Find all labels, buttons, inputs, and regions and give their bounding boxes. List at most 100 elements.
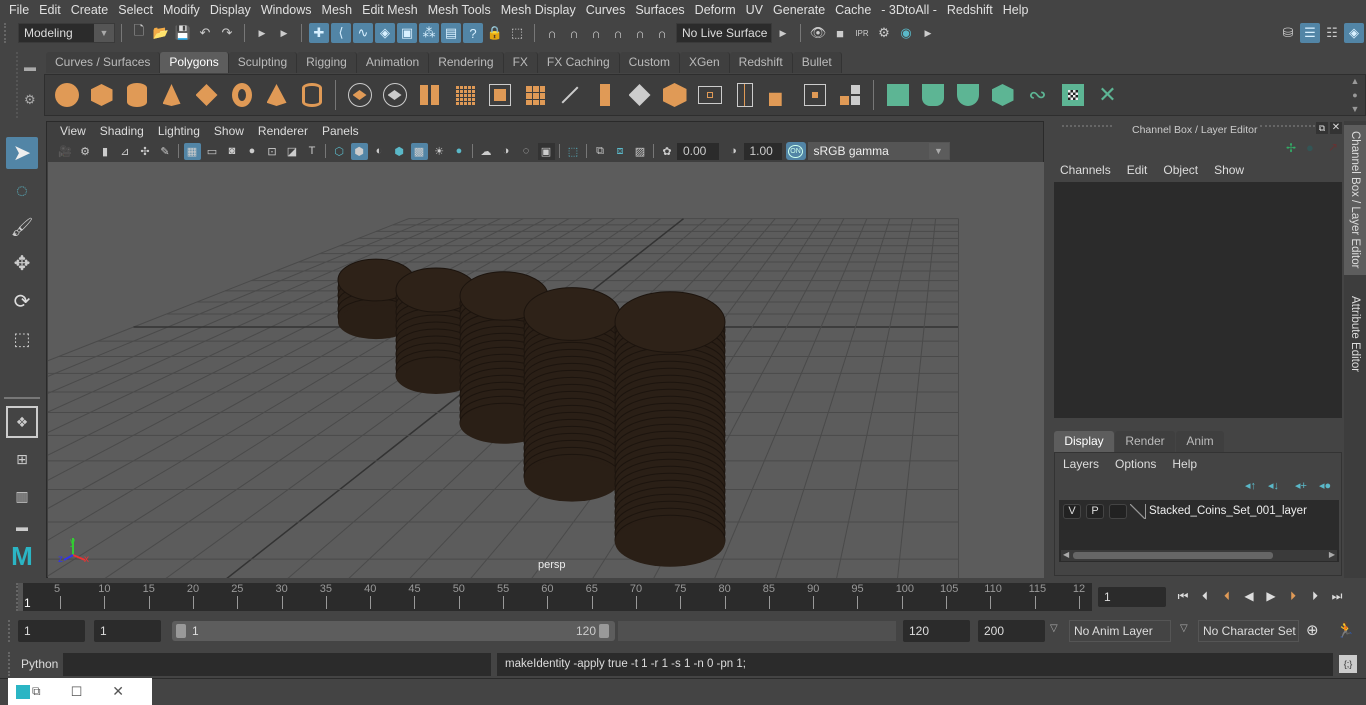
select-uv-icon[interactable]: ⁂ [419, 23, 439, 43]
paint-select-tool[interactable]: 🖌 [6, 211, 38, 243]
xray-joints-icon[interactable]: ⧉ [592, 143, 609, 160]
bevel-icon[interactable] [556, 81, 584, 109]
move-layer-up-icon[interactable]: ◂↑ [1245, 479, 1256, 492]
tab-sculpting[interactable]: Sculpting [228, 52, 298, 73]
next-key-icon[interactable]: ⏵ [1284, 587, 1302, 605]
tool-settings-icon[interactable]: ☷ [1322, 23, 1342, 43]
menu-cb-edit[interactable]: Edit [1127, 163, 1148, 177]
wireframe-icon[interactable]: ⬡ [331, 143, 348, 160]
poly-torus-icon[interactable] [228, 81, 256, 109]
bridge-icon[interactable] [626, 81, 654, 109]
uv-contour-icon[interactable]: ∾ [1024, 81, 1052, 109]
single-perspective-layout[interactable]: ❖ [6, 406, 38, 438]
isolate-select-icon[interactable]: ⬚ [565, 143, 582, 160]
layer-playback-toggle[interactable]: P [1086, 503, 1104, 519]
character-set-dropdown[interactable]: No Character Set [1198, 620, 1299, 642]
range-start-handle[interactable] [176, 624, 186, 638]
drag-handle[interactable] [8, 652, 10, 676]
snap-grid-icon[interactable]: ∩ [542, 23, 562, 43]
channel-list[interactable] [1054, 182, 1342, 418]
camera-attributes-icon[interactable]: ⚙ [77, 143, 94, 160]
ipr-render-icon[interactable]: IPR [852, 23, 872, 43]
current-frame-field[interactable]: 1 [1098, 587, 1166, 607]
prev-key-icon[interactable]: ⏴ [1218, 587, 1236, 605]
vp-menu-lighting[interactable]: Lighting [151, 124, 207, 138]
tab-polygons[interactable]: Polygons [160, 52, 229, 73]
uv-unfold-icon[interactable]: ✕ [1094, 81, 1122, 109]
motion-blur-icon[interactable]: ◑ [498, 143, 515, 160]
poly-plane-icon[interactable] [193, 81, 221, 109]
pan-zoom-icon[interactable]: ✣ [137, 143, 154, 160]
layer-horizontal-scrollbar[interactable]: ◀ ▶ [1061, 550, 1337, 561]
undo-icon[interactable]: ↶ [195, 23, 215, 43]
menu-layer-help[interactable]: Help [1172, 457, 1197, 471]
tab-fx-caching[interactable]: FX Caching [537, 52, 620, 73]
chevron-down-icon[interactable]: ▽ [1050, 623, 1058, 634]
maximize-icon[interactable]: ☐ [71, 684, 83, 700]
shadows-icon[interactable]: ● [451, 143, 468, 160]
menu-set-dropdown[interactable]: Modeling ▼ [18, 23, 115, 43]
current-time-indicator[interactable] [18, 583, 23, 611]
smooth-icon[interactable] [451, 81, 479, 109]
tab-animation[interactable]: Animation [356, 52, 430, 73]
command-language-toggle[interactable]: Python [21, 657, 58, 671]
chevron-down-icon[interactable]: ▽ [1180, 623, 1188, 634]
vp-menu-view[interactable]: View [53, 124, 93, 138]
menu-channels[interactable]: Channels [1060, 163, 1111, 177]
step-forward-icon[interactable]: ⏵ [1306, 587, 1324, 605]
step-back-icon[interactable]: ⏴ [1196, 587, 1214, 605]
menu-windows[interactable]: Windows [256, 3, 317, 17]
drag-handle[interactable] [1260, 125, 1315, 133]
vp-menu-shading[interactable]: Shading [93, 124, 151, 138]
go-to-end-icon[interactable]: ⏭ [1328, 587, 1346, 605]
new-scene-icon[interactable]: 🗋 [129, 23, 149, 43]
menu-generate[interactable]: Generate [768, 3, 830, 17]
grease-pencil-icon[interactable]: ✎ [157, 143, 174, 160]
coin-stack[interactable] [523, 287, 621, 502]
anti-aliasing-icon[interactable]: ◌ [518, 143, 535, 160]
depth-of-field-icon[interactable]: ▣ [537, 142, 555, 160]
screen-space-ao-icon[interactable]: ☁ [478, 143, 495, 160]
animation-prefs-icon[interactable]: 🏃 [1336, 621, 1355, 639]
render-view-icon[interactable]: 👁 [808, 23, 828, 43]
textured-icon[interactable]: ▩ [410, 142, 428, 160]
menu-file[interactable]: File [4, 3, 34, 17]
exposure-field[interactable]: 0.00 [677, 142, 719, 160]
tab-xgen[interactable]: XGen [679, 52, 730, 73]
safe-action-icon[interactable]: ◪ [284, 143, 301, 160]
tab-render[interactable]: Render [1115, 431, 1175, 452]
tab-rendering[interactable]: Rendering [429, 52, 504, 73]
tab-display[interactable]: Display [1054, 431, 1114, 452]
drag-handle[interactable] [8, 620, 10, 642]
drag-handle[interactable] [4, 23, 14, 43]
graph-layout[interactable]: ▬ [6, 517, 38, 537]
tab-bullet[interactable]: Bullet [792, 52, 842, 73]
manipulator-axis-icon[interactable]: ✢ [1286, 141, 1296, 155]
shelf-scroll[interactable]: ▲ ● ▼ [1349, 76, 1361, 114]
layer-row[interactable]: V P Stacked_Coins_Set_001_layer [1059, 500, 1339, 522]
menu-edit-mesh[interactable]: Edit Mesh [357, 3, 423, 17]
make-live-icon[interactable]: ∩ [652, 23, 672, 43]
uv-spherical-icon[interactable] [954, 81, 982, 109]
close-icon[interactable]: ✕ [1330, 122, 1342, 134]
tab-redshift[interactable]: Redshift [729, 52, 793, 73]
four-view-layout[interactable]: ⊞ [6, 443, 38, 475]
xray-active-icon[interactable]: ⧈ [612, 143, 629, 160]
uv-automatic-icon[interactable] [989, 81, 1017, 109]
multi-cut-icon[interactable] [731, 81, 759, 109]
target-weld-icon[interactable] [766, 81, 794, 109]
side-tab-channel-box[interactable]: Channel Box / Layer Editor [1344, 125, 1366, 275]
new-layer-icon[interactable]: ◂+ [1295, 479, 1307, 492]
command-input[interactable] [63, 653, 491, 676]
snap-curve-icon[interactable]: ∩ [564, 23, 584, 43]
menu-mesh-display[interactable]: Mesh Display [496, 3, 581, 17]
auto-key-icon[interactable]: ⊕ [1306, 621, 1319, 639]
snap-point-icon[interactable]: ∩ [586, 23, 606, 43]
xray-icon[interactable]: ⬢ [391, 143, 408, 160]
channel-box-toggle-icon[interactable]: ◈ [1344, 23, 1364, 43]
playback-start-field[interactable]: 1 [94, 620, 161, 642]
range-end-handle[interactable] [599, 624, 609, 638]
vp-menu-show[interactable]: Show [207, 124, 251, 138]
append-polygon-icon[interactable] [661, 81, 689, 109]
collapse-arrow-icon[interactable]: ▶ [274, 23, 294, 43]
